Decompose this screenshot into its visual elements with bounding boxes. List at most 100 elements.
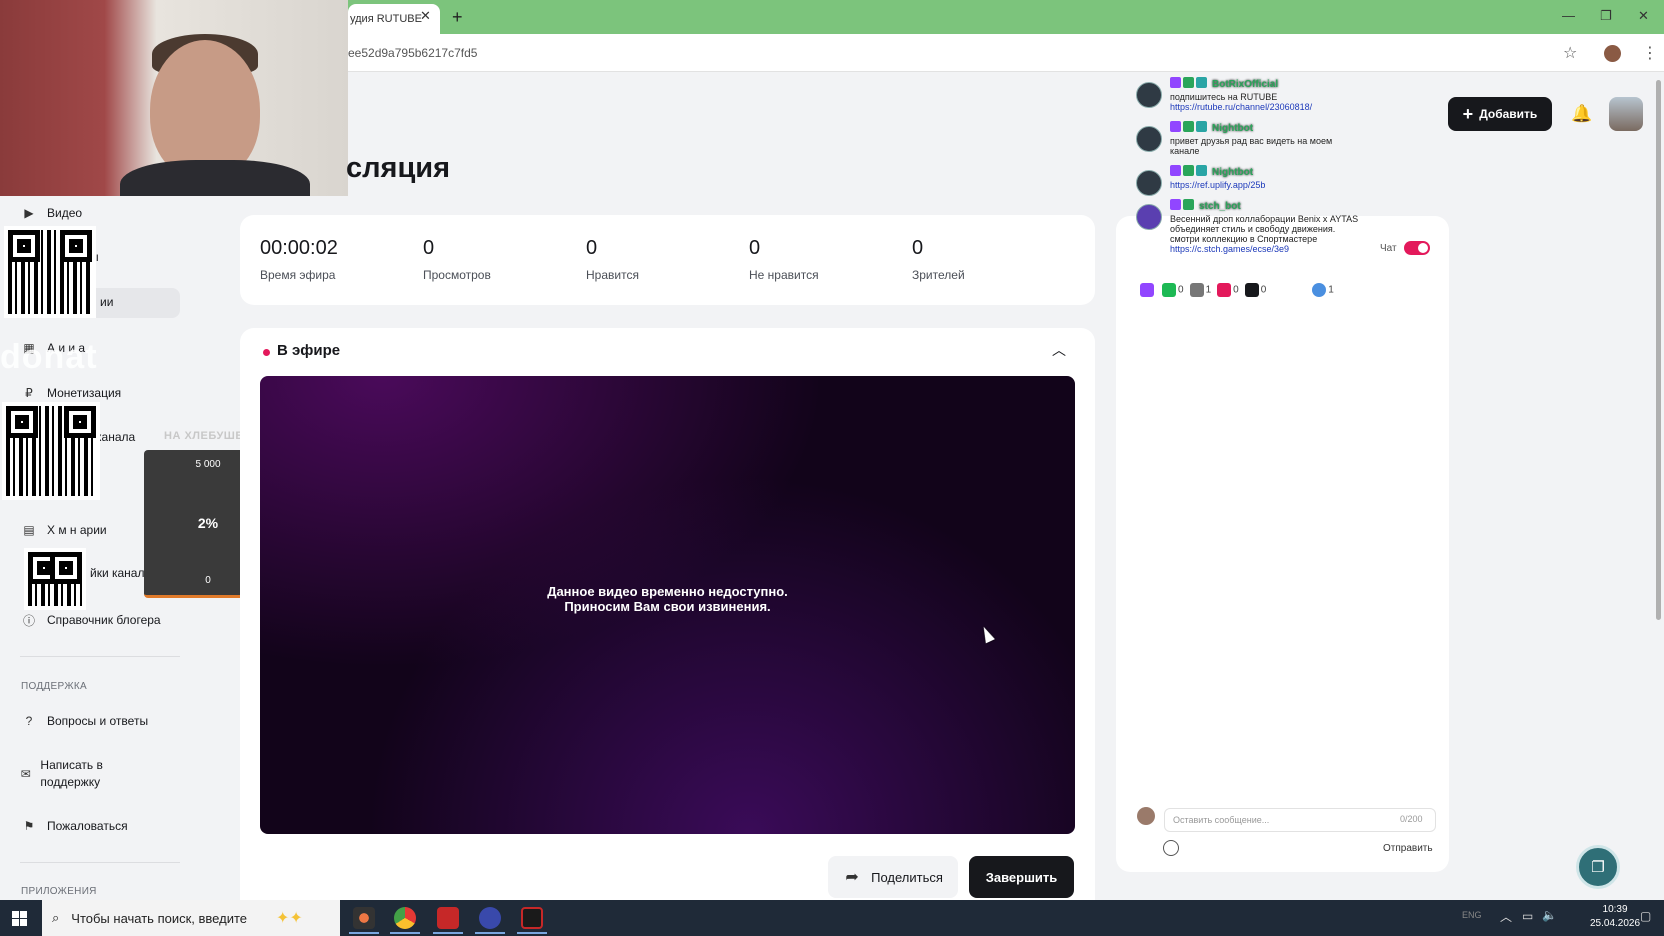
chat-text: https://ref.uplify.app/25b — [1170, 180, 1361, 190]
stat-value: 0 — [423, 237, 435, 259]
send-button[interactable]: Отправить — [1383, 843, 1433, 854]
language-indicator[interactable]: ENG — [1462, 910, 1482, 920]
share-button[interactable]: ➦ Поделиться — [828, 856, 958, 898]
chat-bubbles-icon: ❐ — [1591, 859, 1605, 876]
sidebar-item-report[interactable]: ⚑ Пожаловаться — [20, 817, 128, 835]
mail-icon: ✉ — [20, 766, 31, 781]
chat-author: BotRixOfficial — [1212, 79, 1279, 90]
stat-label: Не нравится — [749, 268, 819, 282]
chat-toggle[interactable] — [1404, 241, 1430, 255]
chat-text-body: Весенний дроп коллаборации Benix х AYTAS… — [1170, 214, 1359, 244]
bell-icon[interactable]: 🔔 — [1571, 104, 1592, 124]
chat-user-avatar — [1136, 204, 1162, 230]
sidebar-item-broadcasts[interactable]: ии — [100, 295, 113, 309]
volume-icon[interactable]: 🔈 — [1542, 908, 1557, 922]
chrome-app-icon[interactable] — [394, 907, 416, 929]
sidebar-item-channel[interactable]: канала — [96, 430, 135, 444]
rutube-icon — [1244, 283, 1259, 297]
new-tab-icon[interactable]: + — [452, 7, 463, 28]
video-icon: ▶ — [24, 206, 34, 220]
verified-badge-icon — [1183, 165, 1194, 177]
sidebar-item-label: Пожаловаться — [47, 819, 128, 833]
twitch-badge-icon — [1170, 77, 1181, 89]
chat-author: stch_bot — [1199, 201, 1241, 212]
chat-author: Nightbot — [1212, 167, 1254, 178]
chat-link[interactable]: https://rutube.ru/channel/23060818/ — [1170, 102, 1312, 112]
stat-value: 0 — [912, 237, 924, 259]
video-player[interactable]: Данное видео временно недоступно. Принос… — [260, 376, 1075, 834]
tab-close-icon[interactable]: ✕ — [420, 8, 431, 24]
minimize-icon[interactable]: — — [1562, 8, 1575, 23]
page-scrollbar[interactable] — [1656, 80, 1661, 620]
chat-message: Nightbot привет друзья рад вас видеть на… — [1136, 118, 1361, 156]
apps-section-label: ПРИЛОЖЕНИЯ — [21, 886, 97, 897]
sidebar-item-comments[interactable]: ▤ Х м н арии — [20, 521, 107, 539]
sidebar-item-faq[interactable]: ? Вопросы и ответы — [20, 712, 148, 730]
add-button[interactable]: + Добавить — [1448, 97, 1552, 131]
twitch-badge-icon — [1170, 199, 1181, 211]
donat-overlay-text: donat — [0, 338, 98, 376]
monetization-icon: ₽ — [25, 386, 33, 400]
taskbar-clock[interactable]: 10:39 25.04.2026 — [1590, 903, 1640, 931]
chat-message-input[interactable]: Оставить сообщение... — [1164, 808, 1436, 832]
stat-air-time: 00:00:02 Время эфира — [260, 237, 338, 282]
qr-code-image — [2, 402, 100, 500]
stat-value: 0 — [586, 237, 598, 259]
video-app-icon[interactable] — [521, 907, 543, 929]
user-avatar[interactable] — [1609, 97, 1643, 131]
sidebar-item-write-support[interactable]: ✉ Написать в поддержку — [20, 757, 120, 791]
browser-menu-icon[interactable]: ⋮ — [1642, 43, 1658, 63]
webcam-person-face — [150, 40, 260, 180]
active-app-underline — [349, 932, 379, 934]
verified-badge-icon — [1183, 77, 1194, 89]
bookmark-star-icon[interactable]: ☆ — [1563, 43, 1577, 63]
verified-badge-icon — [1183, 199, 1194, 211]
question-icon: ? — [25, 714, 33, 728]
windows-start-icon[interactable] — [12, 911, 27, 926]
sidebar-item-settings[interactable]: йки канал — [90, 566, 144, 580]
red-app-icon[interactable] — [437, 907, 459, 929]
chat-link[interactable]: https://c.stch.games/ecse/3e9 — [1170, 244, 1289, 254]
chevron-up-icon[interactable]: ︿ — [1052, 340, 1066, 360]
webcam-person-body — [120, 160, 310, 196]
sidebar-item-label: Х м н арии — [47, 523, 107, 537]
stat-views: 0 Просмотров — [423, 237, 491, 282]
browser-profile-icon[interactable] — [1604, 45, 1621, 62]
network-icon[interactable]: ▭ — [1522, 909, 1533, 923]
restore-icon[interactable]: ❐ — [1600, 8, 1612, 24]
tray-chevron-icon[interactable]: ︿ — [1500, 908, 1512, 925]
qr-code-image — [4, 226, 96, 318]
chat-stat-value: 1 — [1328, 284, 1334, 296]
chat-text: привет друзья рад вас видеть на моем кан… — [1170, 136, 1333, 156]
chat-link[interactable]: https://ref.uplify.app/25b — [1170, 180, 1265, 190]
close-window-icon[interactable]: ✕ — [1638, 8, 1649, 24]
chat-text: подпишитесь на RUTUBE https://rutube.ru/… — [1170, 92, 1361, 112]
chat-toggle-label: Чат — [1380, 243, 1397, 254]
chat-stat-value: 0 — [1178, 284, 1184, 296]
messenger-app-icon[interactable] — [479, 907, 501, 929]
active-app-underline — [475, 932, 505, 934]
stat-value: 0 — [749, 237, 761, 259]
chat-message: stch_bot Весенний дроп коллаборации Beni… — [1136, 196, 1361, 254]
browser-tab-title: удия RUTUBE — [350, 13, 422, 25]
qr-code-image — [24, 548, 86, 610]
obs-app-icon[interactable] — [353, 907, 375, 929]
chat-text-body: подпишитесь на RUTUBE — [1170, 92, 1278, 102]
active-app-underline — [390, 932, 420, 934]
sparkle-icon: ✦✦ — [276, 910, 303, 927]
support-chat-button[interactable]: ❐ — [1576, 845, 1620, 889]
sidebar-item-monetization[interactable]: ₽ Монетизация — [20, 384, 121, 402]
url-field[interactable]: ee52d9a795b6217c7fd5 — [348, 46, 477, 60]
taskbar-search-placeholder: Чтобы начать поиск, введите — [71, 910, 248, 926]
sidebar-item-label: йки канал — [90, 566, 145, 580]
emoji-icon[interactable] — [1163, 840, 1179, 856]
end-stream-button[interactable]: Завершить — [969, 856, 1074, 898]
clock-time: 10:39 — [1602, 904, 1628, 915]
sidebar-divider — [20, 656, 180, 657]
sidebar-item-label: Справочник блогера — [47, 613, 161, 627]
chat-char-counter: 0/200 — [1400, 814, 1423, 824]
sidebar-item-blogger-guide[interactable]: ⓘ Справочник блогера — [20, 611, 161, 629]
notifications-icon[interactable]: ▢ — [1640, 909, 1651, 923]
webcam-overlay — [0, 0, 348, 196]
sidebar-item-video[interactable]: ▶ Видео — [20, 204, 82, 222]
